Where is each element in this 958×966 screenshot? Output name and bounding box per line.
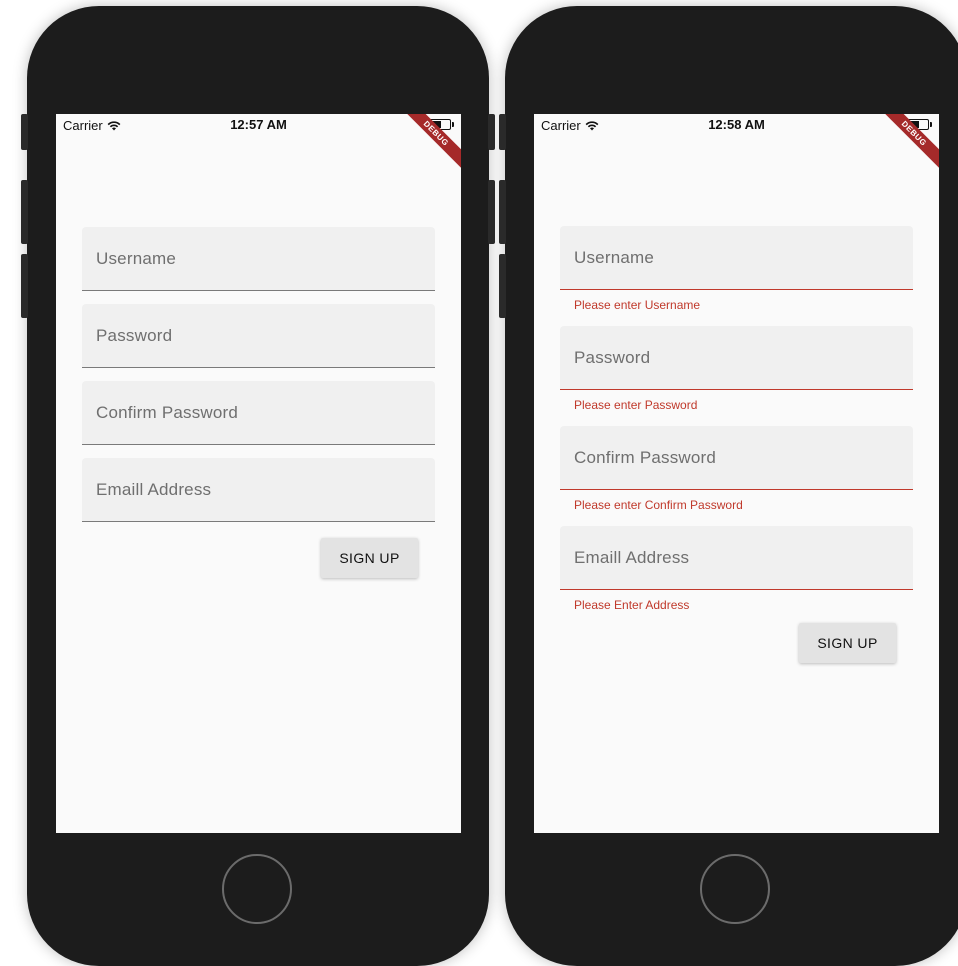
volume-up-button bbox=[499, 180, 506, 244]
email-address-error-text: Please Enter Address bbox=[574, 598, 690, 612]
password-field[interactable]: Password bbox=[82, 304, 435, 368]
home-button[interactable] bbox=[222, 854, 292, 924]
home-button[interactable] bbox=[700, 854, 770, 924]
email-address-field-label: Emaill Address bbox=[574, 548, 690, 567]
email-address-field[interactable]: Emaill Address bbox=[560, 526, 913, 590]
status-time: 12:57 AM bbox=[230, 117, 287, 132]
signup-button[interactable]: SIGN UP bbox=[799, 623, 896, 663]
volume-up-button bbox=[21, 180, 28, 244]
confirm-password-field[interactable]: Confirm Password bbox=[82, 381, 435, 445]
confirm-password-error-text: Please enter Confirm Password bbox=[574, 498, 743, 512]
status-time: 12:58 AM bbox=[708, 117, 765, 132]
status-bar: Carrier 12:57 AM bbox=[56, 114, 461, 134]
screen-left: Carrier 12:57 AM DEBUG Username Password bbox=[56, 114, 461, 833]
volume-down-button bbox=[21, 254, 28, 318]
password-field-label: Password bbox=[96, 326, 173, 345]
username-field[interactable]: Username bbox=[82, 227, 435, 291]
username-field[interactable]: Username bbox=[560, 226, 913, 290]
password-field-label: Password bbox=[574, 348, 651, 367]
email-address-field-label: Emaill Address bbox=[96, 480, 212, 499]
username-field-label: Username bbox=[574, 248, 655, 267]
screen-right: Carrier 12:58 AM DEBUG Username Please e… bbox=[534, 114, 939, 833]
password-error-text: Please enter Password bbox=[574, 398, 698, 412]
confirm-password-field-label: Confirm Password bbox=[96, 403, 239, 422]
email-address-field[interactable]: Emaill Address bbox=[82, 458, 435, 522]
status-bar: Carrier 12:58 AM bbox=[534, 114, 939, 134]
signup-button[interactable]: SIGN UP bbox=[321, 538, 418, 578]
phone-frame-right: Carrier 12:58 AM DEBUG Username Please e… bbox=[499, 6, 958, 966]
signup-form-errors: Username Please enter Username Password … bbox=[560, 226, 913, 663]
mute-switch bbox=[21, 114, 28, 150]
signup-form: Username Password Confirm Password Email… bbox=[82, 227, 435, 578]
power-button bbox=[488, 114, 495, 150]
volume-down-button bbox=[499, 254, 506, 318]
phone-frame-left: Carrier 12:57 AM DEBUG Username Password bbox=[21, 6, 495, 966]
password-field[interactable]: Password bbox=[560, 326, 913, 390]
confirm-password-field[interactable]: Confirm Password bbox=[560, 426, 913, 490]
username-error-text: Please enter Username bbox=[574, 298, 701, 312]
username-field-label: Username bbox=[96, 249, 177, 268]
power-button-lower bbox=[488, 180, 495, 244]
confirm-password-field-label: Confirm Password bbox=[574, 448, 717, 467]
mute-switch bbox=[499, 114, 506, 150]
